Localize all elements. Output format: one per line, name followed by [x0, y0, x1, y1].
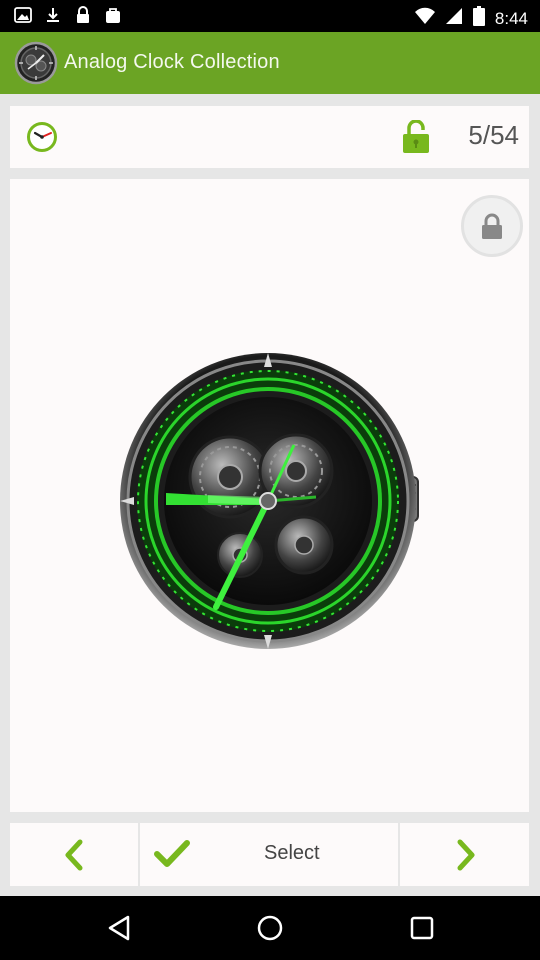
- app-title: Analog Clock Collection: [64, 51, 280, 73]
- page-counter: 5/54: [468, 120, 519, 150]
- system-navigation-bar: [0, 896, 540, 960]
- wifi-icon: [414, 7, 435, 30]
- chevron-left-icon: [65, 839, 83, 871]
- select-label: Select: [264, 842, 320, 864]
- select-button[interactable]: Select: [140, 823, 398, 886]
- back-icon[interactable]: [104, 913, 134, 943]
- counter-bar: 5/54: [10, 106, 529, 168]
- lock-status-icon: [74, 6, 92, 24]
- home-icon[interactable]: [255, 913, 285, 943]
- chevron-right-icon: [457, 839, 475, 871]
- clock-preview-card: [10, 179, 529, 812]
- clock-logo-icon: [14, 41, 58, 85]
- next-button[interactable]: [400, 823, 529, 886]
- previous-button[interactable]: [10, 823, 138, 886]
- checkmark-icon: [154, 840, 190, 867]
- bottom-toolbar: Select: [10, 823, 529, 886]
- status-time: 8:44: [494, 8, 528, 28]
- bag-icon: [104, 6, 122, 24]
- recents-icon[interactable]: [407, 913, 437, 943]
- analog-clock-preview[interactable]: [118, 349, 422, 653]
- gallery-icon: [14, 6, 32, 24]
- status-bar: 8:44: [0, 0, 540, 32]
- unlock-icon[interactable]: [402, 119, 430, 154]
- clock-icon[interactable]: [26, 121, 58, 153]
- lock-icon[interactable]: [461, 195, 523, 257]
- signal-icon: [445, 7, 463, 30]
- app-header: Analog Clock Collection: [0, 32, 540, 94]
- battery-icon: [472, 6, 485, 31]
- download-icon: [44, 6, 62, 24]
